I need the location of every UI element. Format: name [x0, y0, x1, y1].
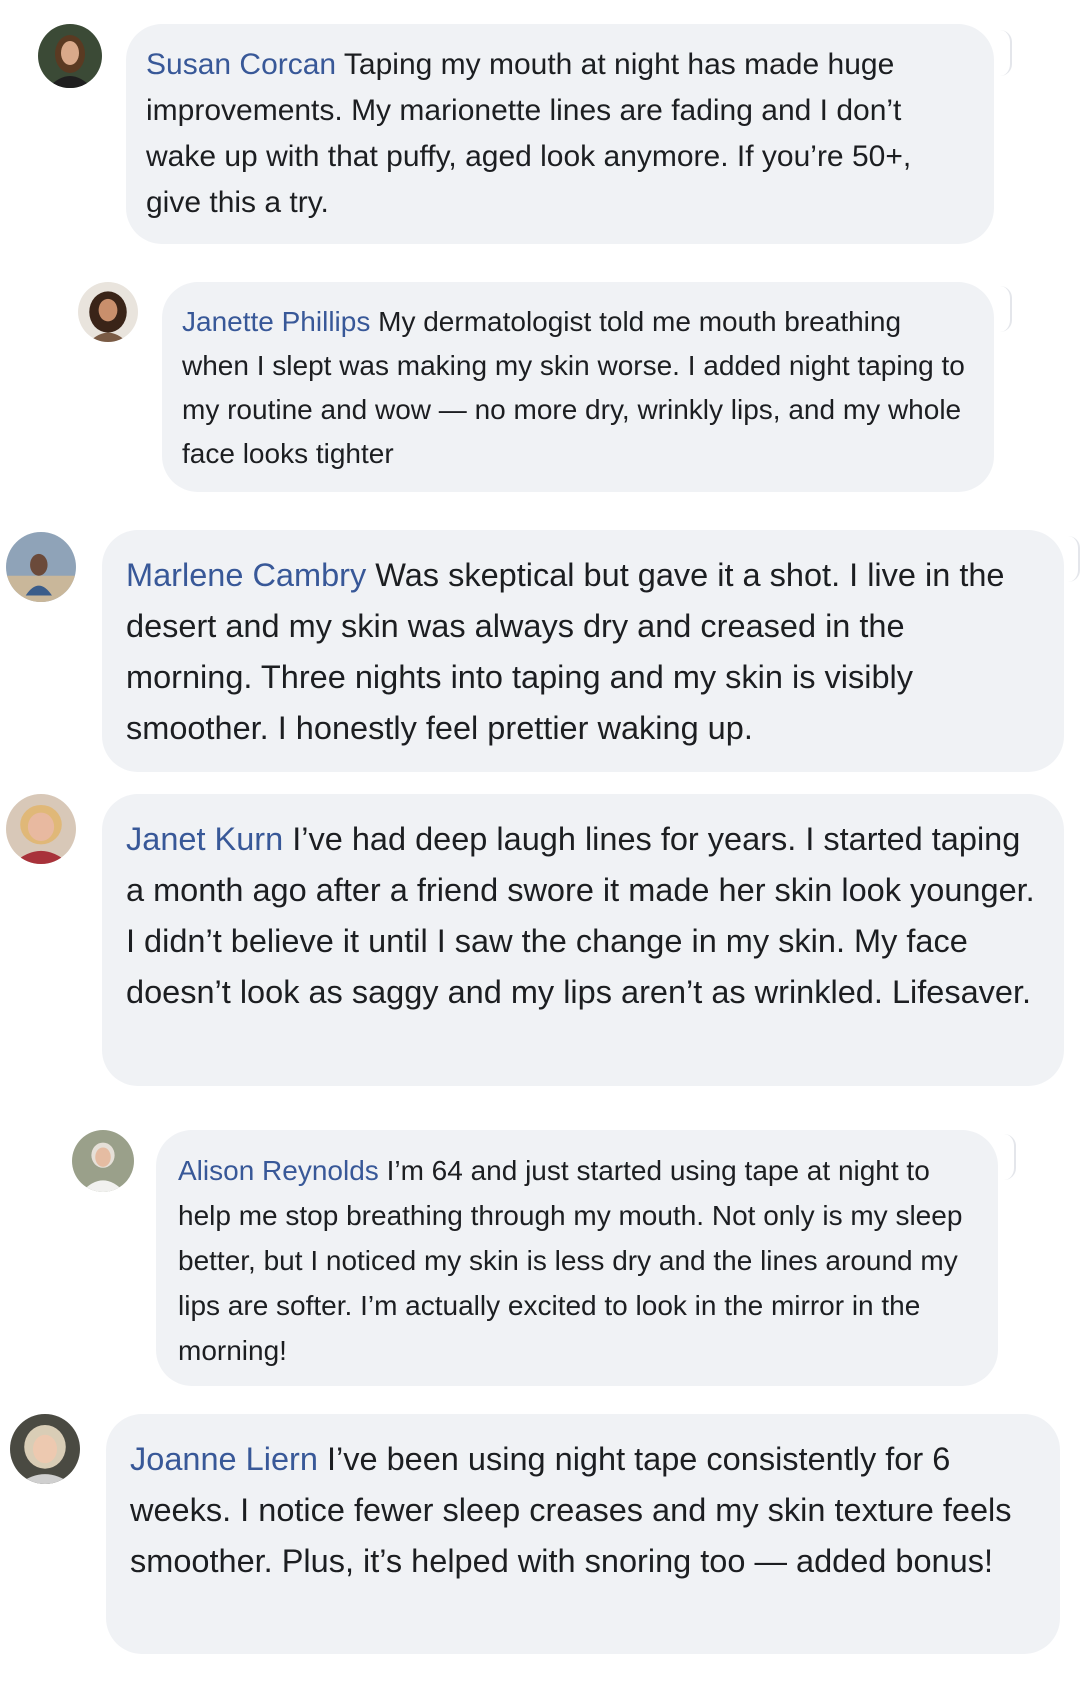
bubble-edge-decoration	[1004, 1134, 1016, 1180]
avatar[interactable]	[38, 24, 102, 88]
comment-bubble: Janet Kurn I’ve had deep laugh lines for…	[102, 794, 1064, 1086]
comment-author-link[interactable]: Marlene Cambry	[126, 557, 366, 593]
bubble-edge-decoration	[1000, 30, 1012, 76]
avatar[interactable]	[72, 1130, 134, 1192]
comment-author-link[interactable]: Alison Reynolds	[178, 1155, 379, 1186]
woman-portrait-icon	[6, 532, 76, 602]
comment-bubble: Alison Reynolds I’m 64 and just started …	[156, 1130, 998, 1386]
comment-bubble: Marlene Cambry Was skeptical but gave it…	[102, 530, 1064, 772]
comment-bubble: Susan Corcan Taping my mouth at night ha…	[126, 24, 994, 244]
bubble-edge-decoration	[1000, 286, 1012, 332]
comment-bubble: Janette Phillips My dermatologist told m…	[162, 282, 994, 492]
avatar[interactable]	[10, 1414, 80, 1484]
woman-portrait-icon	[38, 24, 102, 88]
woman-portrait-icon	[6, 794, 76, 864]
bubble-edge-decoration	[1068, 536, 1080, 582]
avatar[interactable]	[6, 532, 76, 602]
woman-portrait-icon	[10, 1414, 80, 1484]
comment-author-link[interactable]: Joanne Liern	[130, 1441, 318, 1477]
comment-author-link[interactable]: Susan Corcan	[146, 48, 336, 81]
avatar[interactable]	[78, 282, 138, 342]
avatar[interactable]	[6, 794, 76, 864]
woman-portrait-icon	[72, 1130, 134, 1192]
comment-author-link[interactable]: Janet Kurn	[126, 821, 283, 857]
woman-portrait-icon	[78, 282, 138, 342]
comment-bubble: Joanne Liern I’ve been using night tape …	[106, 1414, 1060, 1654]
comment-text: I’m 64 and just started using tape at ni…	[178, 1155, 963, 1366]
comment-author-link[interactable]: Janette Phillips	[182, 306, 370, 337]
